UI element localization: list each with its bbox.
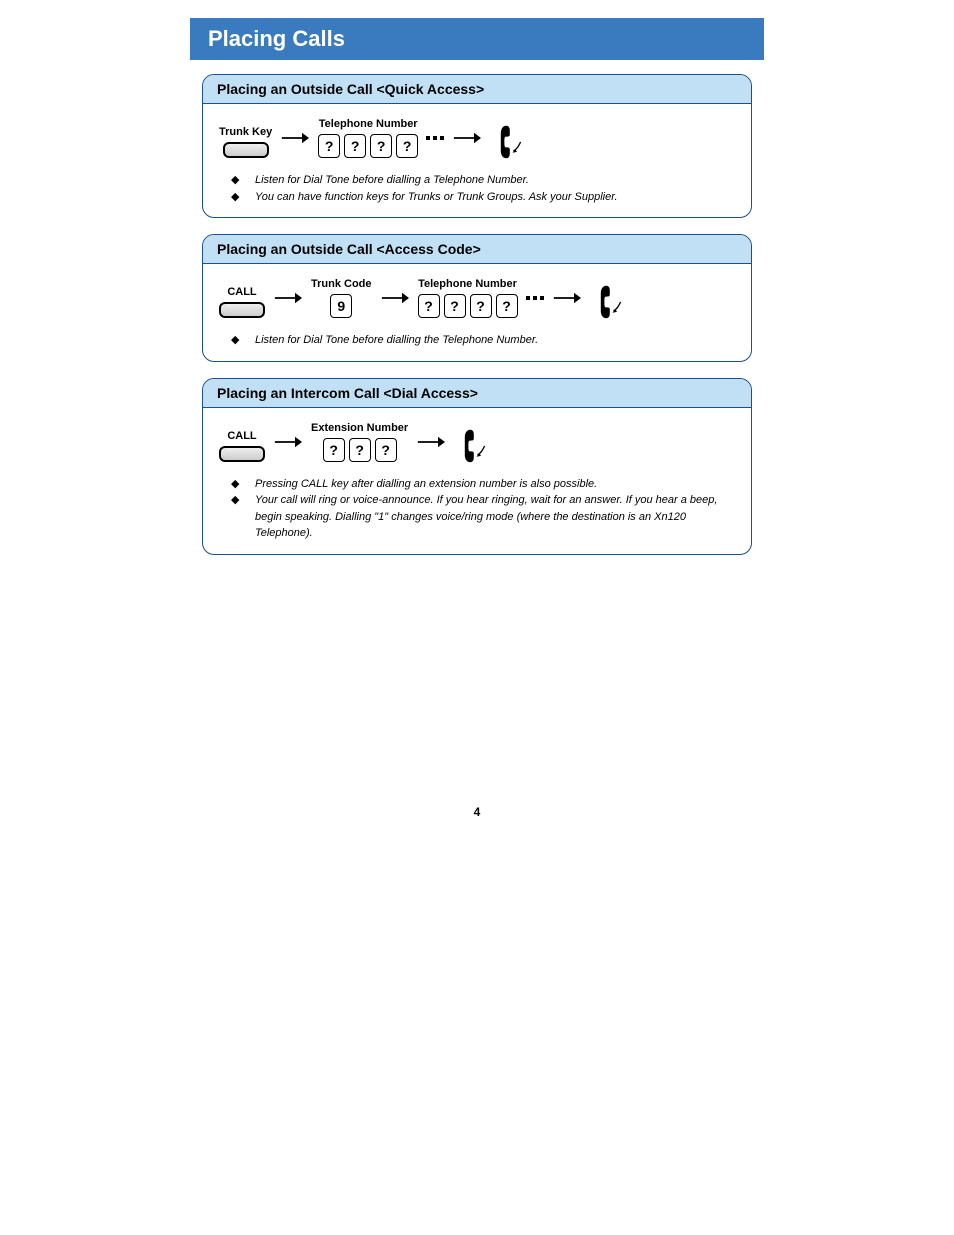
key-label: CALL (227, 430, 256, 442)
notes-list: Listen for Dial Tone before dialling the… (213, 332, 741, 349)
note-item: Listen for Dial Tone before dialling a T… (231, 172, 733, 189)
note-item: Your call will ring or voice-announce. I… (231, 492, 733, 542)
card-body: Trunk Key Telephone Number???? Listen for … (203, 104, 751, 217)
dial-digit: ? (470, 294, 492, 318)
dial-digit: ? (396, 134, 418, 158)
instruction-card: Placing an Intercom Call <Dial Access>CA… (202, 378, 752, 555)
card-title: Placing an Outside Call <Access Code> (203, 235, 751, 264)
step-row: CALL Extension Number??? (213, 418, 741, 472)
step-row: Trunk Key Telephone Number???? (213, 114, 741, 168)
arrow-right-icon (273, 430, 303, 454)
trunk-code-step: Trunk Code 9 (311, 278, 372, 318)
function-key-icon (223, 142, 269, 158)
card-title: Placing an Intercom Call <Dial Access> (203, 379, 751, 408)
key-step: CALL (219, 286, 265, 318)
dial-digit: ? (344, 134, 366, 158)
dial-digit: ? (444, 294, 466, 318)
trunk-code-label: Trunk Code (311, 278, 372, 290)
page-title-bar: Placing Calls (190, 18, 764, 60)
dial-digit: ? (496, 294, 518, 318)
note-item: You can have function keys for Trunks or… (231, 189, 733, 206)
number-label: Telephone Number (418, 278, 517, 290)
note-item: Pressing CALL key after dialling an exte… (231, 476, 733, 493)
dial-digit: ? (418, 294, 440, 318)
handset-icon (490, 121, 526, 163)
number-digit-group: ???? (418, 294, 518, 318)
number-label: Telephone Number (319, 118, 418, 130)
step-row: CALL Trunk Code 9 Telephone Number???? (213, 274, 741, 328)
number-step: Extension Number??? (311, 422, 408, 462)
instruction-card: Placing an Outside Call <Access Code>CAL… (202, 234, 752, 362)
number-digit-group: ???? (318, 134, 418, 158)
number-label: Extension Number (311, 422, 408, 434)
page-number: 4 (0, 805, 954, 819)
card-body: CALL Extension Number??? Pressing CALL key… (203, 408, 751, 554)
key-step: CALL (219, 430, 265, 462)
key-label: Trunk Key (219, 126, 272, 138)
page-title: Placing Calls (208, 26, 345, 51)
instruction-card: Placing an Outside Call <Quick Access>Tr… (202, 74, 752, 218)
number-step: Telephone Number???? (318, 118, 418, 158)
card-body: CALL Trunk Code 9 Telephone Number???? Liste… (203, 264, 751, 361)
page: Placing Calls Placing an Outside Call <Q… (0, 18, 954, 819)
key-label: CALL (227, 286, 256, 298)
trunk-code-digit-group: 9 (330, 294, 352, 318)
number-step: Telephone Number???? (418, 278, 518, 318)
ellipsis-icon (426, 126, 444, 150)
handset-icon (454, 425, 490, 467)
function-key-icon (219, 446, 265, 462)
notes-list: Pressing CALL key after dialling an exte… (213, 476, 741, 542)
dial-digit: ? (318, 134, 340, 158)
dial-digit: ? (323, 438, 345, 462)
arrow-right-icon (273, 286, 303, 310)
number-digit-group: ??? (323, 438, 397, 462)
dial-digit: ? (375, 438, 397, 462)
function-key-icon (219, 302, 265, 318)
arrow-right-icon (280, 126, 310, 150)
arrow-right-icon (552, 286, 582, 310)
arrow-right-icon (380, 286, 410, 310)
card-title: Placing an Outside Call <Quick Access> (203, 75, 751, 104)
key-step: Trunk Key (219, 126, 272, 158)
note-item: Listen for Dial Tone before dialling the… (231, 332, 733, 349)
dial-digit: 9 (330, 294, 352, 318)
dial-digit: ? (370, 134, 392, 158)
dial-digit: ? (349, 438, 371, 462)
arrow-right-icon (416, 430, 446, 454)
arrow-right-icon (452, 126, 482, 150)
handset-icon (590, 281, 626, 323)
notes-list: Listen for Dial Tone before dialling a T… (213, 172, 741, 205)
ellipsis-icon (526, 286, 544, 310)
